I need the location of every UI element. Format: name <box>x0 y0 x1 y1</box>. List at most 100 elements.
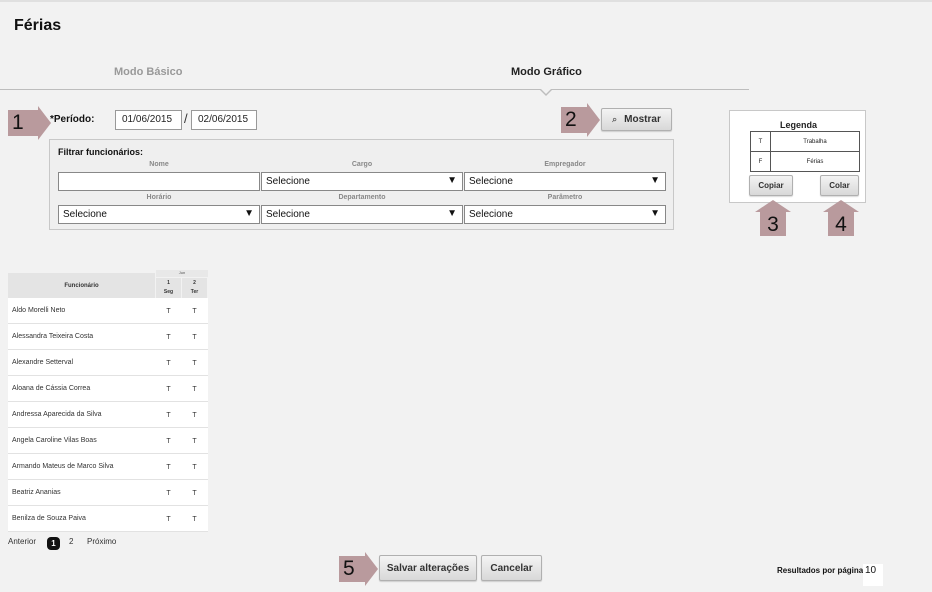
step-marker-2: 2 <box>561 103 600 137</box>
schedule-cell[interactable]: T <box>182 360 207 367</box>
dropdown-arrow-icon: ▼ <box>447 175 457 186</box>
dropdown-arrow-icon: ▼ <box>650 175 660 186</box>
schedule-cell[interactable]: T <box>156 334 181 341</box>
schedule-cell[interactable]: T <box>156 490 181 497</box>
schedule-cell[interactable]: T <box>156 308 181 315</box>
search-icon: ⌕ <box>612 114 618 124</box>
copy-button[interactable]: Copiar <box>749 175 793 196</box>
pagination-next[interactable]: Próximo <box>87 537 116 546</box>
table-row: Aldo Morelli Neto T T <box>8 298 208 324</box>
schedule-cell[interactable]: T <box>182 516 207 523</box>
step-marker-3: 3 <box>755 200 791 236</box>
table-row: Aloana de Cássia Correa T T <box>8 376 208 402</box>
show-button-label: Mostrar <box>624 114 661 125</box>
schedule-cell[interactable]: T <box>156 516 181 523</box>
step-marker-4: 4 <box>823 200 859 236</box>
legend-label: Férias <box>770 151 860 172</box>
schedule-cell[interactable]: T <box>182 490 207 497</box>
table-row: Alexandre Setterval T T <box>8 350 208 376</box>
tab-modo-grafico[interactable]: Modo Gráfico <box>511 66 582 78</box>
day-weekday: Seg <box>163 289 174 295</box>
legend-title: Legenda <box>779 120 817 130</box>
pagination-page-2[interactable]: 2 <box>69 537 73 546</box>
top-border <box>0 0 932 2</box>
filter-label-horario: Horário <box>146 194 172 201</box>
schedule-cell[interactable]: T <box>182 464 207 471</box>
legend-row: T Trabalha <box>750 131 860 152</box>
tab-divider <box>0 89 749 90</box>
step-marker-5: 5 <box>339 552 378 586</box>
employee-name: Benilza de Souza Paiva <box>12 515 86 522</box>
schedule-cell[interactable]: T <box>182 334 207 341</box>
employee-name: Alexandre Setterval <box>12 359 74 366</box>
filter-cargo-select[interactable]: Selecione ▼ <box>261 172 463 191</box>
filter-departamento-value: Selecione <box>266 209 310 220</box>
employee-name: Alessandra Teixeira Costa <box>12 333 94 340</box>
filter-title: Filtrar funcionários: <box>58 147 144 157</box>
dropdown-arrow-icon: ▼ <box>650 208 660 219</box>
legend-panel: Legenda T Trabalha F Férias Copiar Colar <box>729 110 866 203</box>
filter-name-input[interactable] <box>58 172 260 191</box>
employee-name: Beatriz Ananias <box>12 489 61 496</box>
period-separator: / <box>184 111 188 126</box>
grid-header: Funcionário Jun 1 Seg 2 Ter <box>8 270 208 298</box>
filter-cargo-value: Selecione <box>266 176 310 187</box>
employee-column-header: Funcionário <box>8 273 155 298</box>
filter-departamento-select[interactable]: Selecione ▼ <box>261 205 463 224</box>
dropdown-arrow-icon: ▼ <box>447 208 457 219</box>
legend-label: Trabalha <box>770 131 860 152</box>
page-title: Férias <box>14 17 62 34</box>
employee-name: Angela Caroline Vilas Boas <box>12 437 97 444</box>
schedule-cell[interactable]: T <box>182 438 207 445</box>
filter-empregador-value: Selecione <box>469 176 513 187</box>
tab-modo-basico[interactable]: Modo Básico <box>114 66 182 78</box>
filter-panel: Filtrar funcionários: Nome Cargo Emprega… <box>49 139 674 230</box>
period-label: *Período: <box>50 114 95 125</box>
table-row: Alessandra Teixeira Costa T T <box>8 324 208 350</box>
schedule-cell[interactable]: T <box>182 412 207 419</box>
results-per-page-label: Resultados por página: <box>777 566 866 575</box>
day-number: 1 <box>167 280 170 286</box>
pagination-prev[interactable]: Anterior <box>8 537 36 546</box>
day-number: 2 <box>193 280 196 286</box>
legend-code: T <box>750 131 771 152</box>
table-row: Angela Caroline Vilas Boas T T <box>8 428 208 454</box>
filter-parametro-select[interactable]: Selecione ▼ <box>464 205 666 224</box>
table-row: Armando Mateus de Marco Silva T T <box>8 454 208 480</box>
cancel-button[interactable]: Cancelar <box>481 555 542 581</box>
results-per-page-select[interactable]: 10 <box>863 564 883 586</box>
schedule-cell[interactable]: T <box>156 412 181 419</box>
schedule-cell[interactable]: T <box>156 464 181 471</box>
paste-button[interactable]: Colar <box>820 175 859 196</box>
employee-name: Aloana de Cássia Correa <box>12 385 91 392</box>
legend-code: F <box>750 151 771 172</box>
schedule-cell[interactable]: T <box>182 308 207 315</box>
legend-table: T Trabalha F Férias <box>750 131 860 172</box>
step-marker-1: 1 <box>8 106 51 140</box>
day-weekday: Ter <box>190 289 199 295</box>
filter-horario-value: Selecione <box>63 209 107 220</box>
active-tab-caret <box>540 89 552 96</box>
schedule-cell[interactable]: T <box>156 438 181 445</box>
filter-label-cargo: Cargo <box>351 161 373 168</box>
employee-name: Andressa Aparecida da Silva <box>12 411 102 418</box>
schedule-cell[interactable]: T <box>156 386 181 393</box>
pagination-current-page[interactable]: 1 <box>47 537 60 550</box>
filter-label-departamento: Departamento <box>338 194 386 201</box>
show-button[interactable]: ⌕ Mostrar <box>601 108 672 131</box>
filter-parametro-value: Selecione <box>469 209 513 220</box>
schedule-cell[interactable]: T <box>156 360 181 367</box>
save-button[interactable]: Salvar alterações <box>379 555 477 581</box>
employee-name: Aldo Morelli Neto <box>12 307 66 314</box>
filter-empregador-select[interactable]: Selecione ▼ <box>464 172 666 191</box>
filter-label-empregador: Empregador <box>544 161 586 168</box>
day-header: 1 Seg <box>156 278 181 298</box>
employee-name: Armando Mateus de Marco Silva <box>12 463 114 470</box>
schedule-cell[interactable]: T <box>182 386 207 393</box>
period-end-input[interactable]: 02/06/2015 <box>191 110 257 130</box>
month-header: Jun <box>156 270 208 277</box>
day-header: 2 Ter <box>182 278 207 298</box>
legend-row: F Férias <box>750 151 860 172</box>
filter-horario-select[interactable]: Selecione ▼ <box>58 205 260 224</box>
period-start-input[interactable]: 01/06/2015 <box>115 110 182 130</box>
